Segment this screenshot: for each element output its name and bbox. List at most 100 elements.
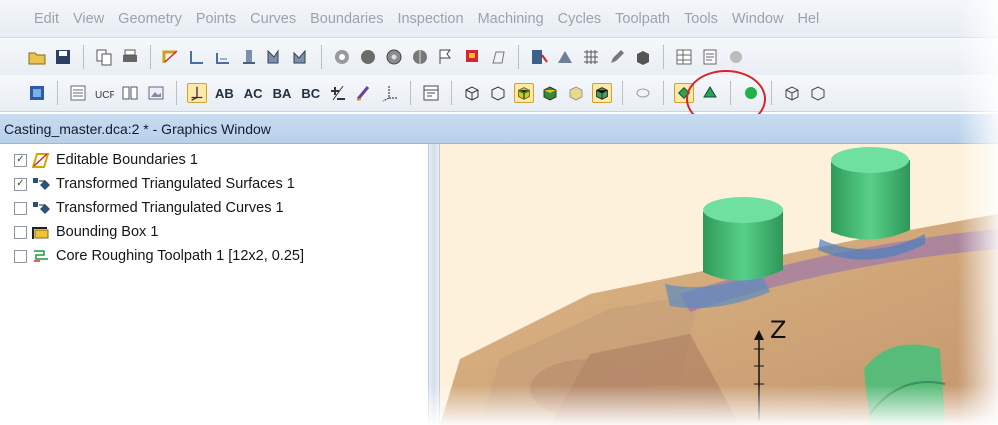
window-title: Casting_master.dca:2 * - Graphics Window: [0, 114, 998, 144]
sphere-outline-icon[interactable]: [384, 47, 404, 67]
tree-item-bounding-box[interactable]: Bounding Box 1: [14, 220, 158, 244]
checkbox[interactable]: ✓: [14, 153, 27, 167]
menu-points[interactable]: Points: [196, 11, 236, 27]
xyz-axes-icon[interactable]: [380, 83, 400, 103]
menu-boundaries[interactable]: Boundaries: [310, 11, 383, 27]
tree-item-editable-boundaries[interactable]: ✓ Editable Boundaries 1: [14, 148, 198, 172]
menu-geometry[interactable]: Geometry: [118, 11, 182, 27]
toolbar-separator: [57, 81, 58, 105]
menu-cycles[interactable]: Cycles: [558, 11, 602, 27]
solid-sphere-icon[interactable]: [358, 47, 378, 67]
report-icon[interactable]: [700, 47, 720, 67]
profile-alt-icon[interactable]: [291, 47, 311, 67]
shaded-wire-icon[interactable]: [592, 83, 613, 103]
menu-bar: Edit View Geometry Points Curves Boundar…: [0, 0, 998, 38]
menu-inspection[interactable]: Inspection: [397, 11, 463, 27]
toolbar-separator: [663, 44, 664, 69]
toolbar-separator: [771, 81, 773, 105]
list-view-icon[interactable]: [68, 83, 88, 103]
move-icon[interactable]: [529, 47, 549, 67]
flag-icon[interactable]: [436, 47, 456, 67]
sphere-cut-icon[interactable]: [410, 47, 430, 67]
open-icon[interactable]: [27, 47, 47, 67]
corner-tool-icon[interactable]: [187, 47, 207, 67]
box-outline-icon[interactable]: [782, 83, 802, 103]
tree-item-label: Editable Boundaries 1: [56, 152, 198, 168]
boundary-tool-icon[interactable]: [161, 47, 181, 67]
save-icon[interactable]: [53, 47, 73, 67]
ucp-icon[interactable]: UCP: [94, 83, 114, 103]
toolbar-separator: [176, 81, 177, 105]
copy-icon[interactable]: [94, 47, 114, 67]
view-bc-button[interactable]: BC: [301, 86, 320, 101]
view-ba-button[interactable]: BA: [273, 86, 292, 101]
bounding-box-icon: [31, 223, 51, 241]
menu-toolpath[interactable]: Toolpath: [615, 11, 670, 27]
axes-view-icon[interactable]: [187, 83, 207, 103]
menu-help[interactable]: Hel: [797, 11, 819, 27]
tree-item-label: Core Roughing Toolpath 1 [12x2, 0.25]: [56, 248, 305, 264]
pencil-icon[interactable]: [607, 47, 627, 67]
color-tool-icon[interactable]: [462, 47, 482, 67]
surfaces-icon: [31, 175, 51, 193]
toolbar-view: UCP AB AC BA BC: [0, 75, 998, 112]
toolbar-main: [0, 38, 998, 75]
menu-machining[interactable]: Machining: [478, 11, 544, 27]
toolbar-separator: [663, 81, 665, 105]
toolbar-separator: [518, 44, 519, 69]
grid-icon[interactable]: [581, 47, 601, 67]
block-icon[interactable]: [633, 47, 653, 67]
tree-item-curves[interactable]: Transformed Triangulated Curves 1: [14, 196, 284, 220]
view-ac-button[interactable]: AC: [244, 86, 263, 101]
tree-item-label: Bounding Box 1: [56, 224, 159, 240]
window-list-icon[interactable]: [421, 83, 441, 103]
toolbar-separator: [410, 81, 412, 105]
menu-tools[interactable]: Tools: [684, 11, 718, 27]
shaded-yellow-icon[interactable]: [514, 83, 535, 103]
curves-icon: [31, 199, 51, 217]
pen-color-icon[interactable]: [354, 83, 374, 103]
stack-icon[interactable]: [239, 47, 259, 67]
menu-edit[interactable]: Edit: [34, 11, 59, 27]
settings-icon[interactable]: [726, 47, 746, 67]
hidden-line-icon[interactable]: [488, 83, 508, 103]
toolbar-separator: [83, 44, 84, 69]
toolbar-separator: [150, 44, 151, 69]
toolbar-separator: [321, 44, 322, 69]
shaded-cube-icon[interactable]: [540, 83, 560, 103]
print-icon[interactable]: [120, 47, 140, 67]
plus-minus-icon[interactable]: [328, 83, 348, 103]
toolbar-separator: [451, 81, 453, 105]
boundary-icon: [31, 151, 51, 169]
profile-icon[interactable]: [265, 47, 285, 67]
checkbox[interactable]: ✓: [14, 177, 27, 191]
box-outline-alt-icon[interactable]: [808, 83, 828, 103]
svg-text:UCP: UCP: [95, 90, 114, 101]
object-tree: ✓ Editable Boundaries 1 ✓ Transformed Tr…: [0, 144, 428, 425]
tree-item-surfaces[interactable]: ✓ Transformed Triangulated Surfaces 1: [14, 172, 295, 196]
checkbox[interactable]: [14, 201, 27, 215]
pane-splitter[interactable]: [428, 144, 440, 425]
menu-curves[interactable]: Curves: [250, 11, 296, 27]
image-icon[interactable]: [146, 83, 166, 103]
checkbox[interactable]: [14, 249, 27, 263]
menu-view[interactable]: View: [73, 11, 104, 27]
checkbox[interactable]: [14, 225, 27, 239]
model-render: [440, 147, 998, 425]
tree-item-toolpath[interactable]: Core Roughing Toolpath 1 [12x2, 0.25]: [14, 244, 304, 268]
menu-window[interactable]: Window: [732, 11, 784, 27]
ellipse-icon[interactable]: [633, 83, 653, 103]
cube-view-icon[interactable]: [27, 83, 47, 103]
transparent-cube-icon[interactable]: [566, 83, 586, 103]
table-icon[interactable]: [674, 47, 694, 67]
ring-icon[interactable]: [332, 47, 352, 67]
boundary-outline-icon[interactable]: [488, 47, 508, 67]
cut-tool-icon[interactable]: [555, 47, 575, 67]
view-ab-button[interactable]: AB: [215, 86, 234, 101]
graphics-viewport[interactable]: Z: [440, 144, 998, 425]
tree-item-label: Transformed Triangulated Curves 1: [56, 200, 284, 216]
tree-item-label: Transformed Triangulated Surfaces 1: [56, 176, 295, 192]
corner-alt-icon[interactable]: [213, 47, 233, 67]
wire-cube-icon[interactable]: [462, 83, 482, 103]
book-icon[interactable]: [120, 83, 140, 103]
